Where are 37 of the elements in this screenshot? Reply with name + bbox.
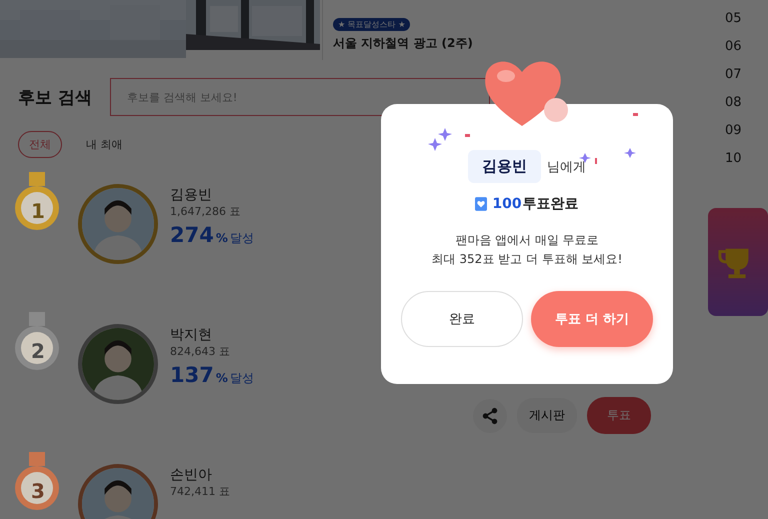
rank-number: 3 [30, 479, 46, 503]
rank-number: 09 [725, 122, 743, 140]
percent-unit: % [216, 231, 228, 245]
filter-tab[interactable]: 내 최애 [76, 131, 132, 158]
rank-number: 1 [30, 199, 46, 223]
vote-status: 투표완료 [522, 195, 579, 213]
achievement-percent: 274 [170, 223, 214, 247]
info-text: 팬마음 앱에서 매일 무료로 [455, 232, 599, 249]
rank-number: 05 [725, 10, 743, 28]
search-label: 후보 검색 [18, 86, 92, 108]
rank-number: 06 [725, 38, 743, 56]
rank-number: 2 [30, 339, 46, 363]
rank-number: 07 [725, 66, 743, 84]
info-text: 최대 352표 받고 더 투표해 보세요! [432, 251, 622, 268]
share-icon[interactable] [473, 398, 507, 432]
filter-tab[interactable]: 전체 [18, 131, 62, 158]
achieved-label: 달성 [230, 230, 254, 247]
vote-count: 824,643 표 [170, 344, 231, 359]
achievement-percent: 137 [170, 363, 214, 387]
achieved-label: 달성 [230, 370, 254, 387]
vote-amount: 100 [492, 196, 522, 212]
goal-badge: ★ 목표달성스타 ★ [333, 18, 410, 31]
recipient-name: 김용빈 [468, 150, 541, 183]
vote-more-button[interactable]: 투표 더 하기 [531, 291, 653, 347]
vote-count: 742,411 표 [170, 484, 230, 499]
candidate-name: 김용빈 [170, 186, 213, 204]
board-button[interactable]: 게시판 [517, 398, 577, 433]
vote-button[interactable]: 투표 [587, 397, 651, 434]
vote-count: 1,647,286 표 [170, 204, 242, 219]
recipient-suffix: 님에게 [547, 158, 586, 176]
candidate-name: 손빈아 [170, 466, 213, 484]
candidate-name: 박지현 [170, 326, 213, 344]
rank-number: 10 [725, 150, 743, 168]
done-button[interactable]: 완료 [401, 291, 523, 347]
rank-number: 08 [725, 94, 743, 112]
ad-title: 서울 지하철역 광고 (2주) [333, 35, 473, 52]
percent-unit: % [216, 371, 228, 385]
